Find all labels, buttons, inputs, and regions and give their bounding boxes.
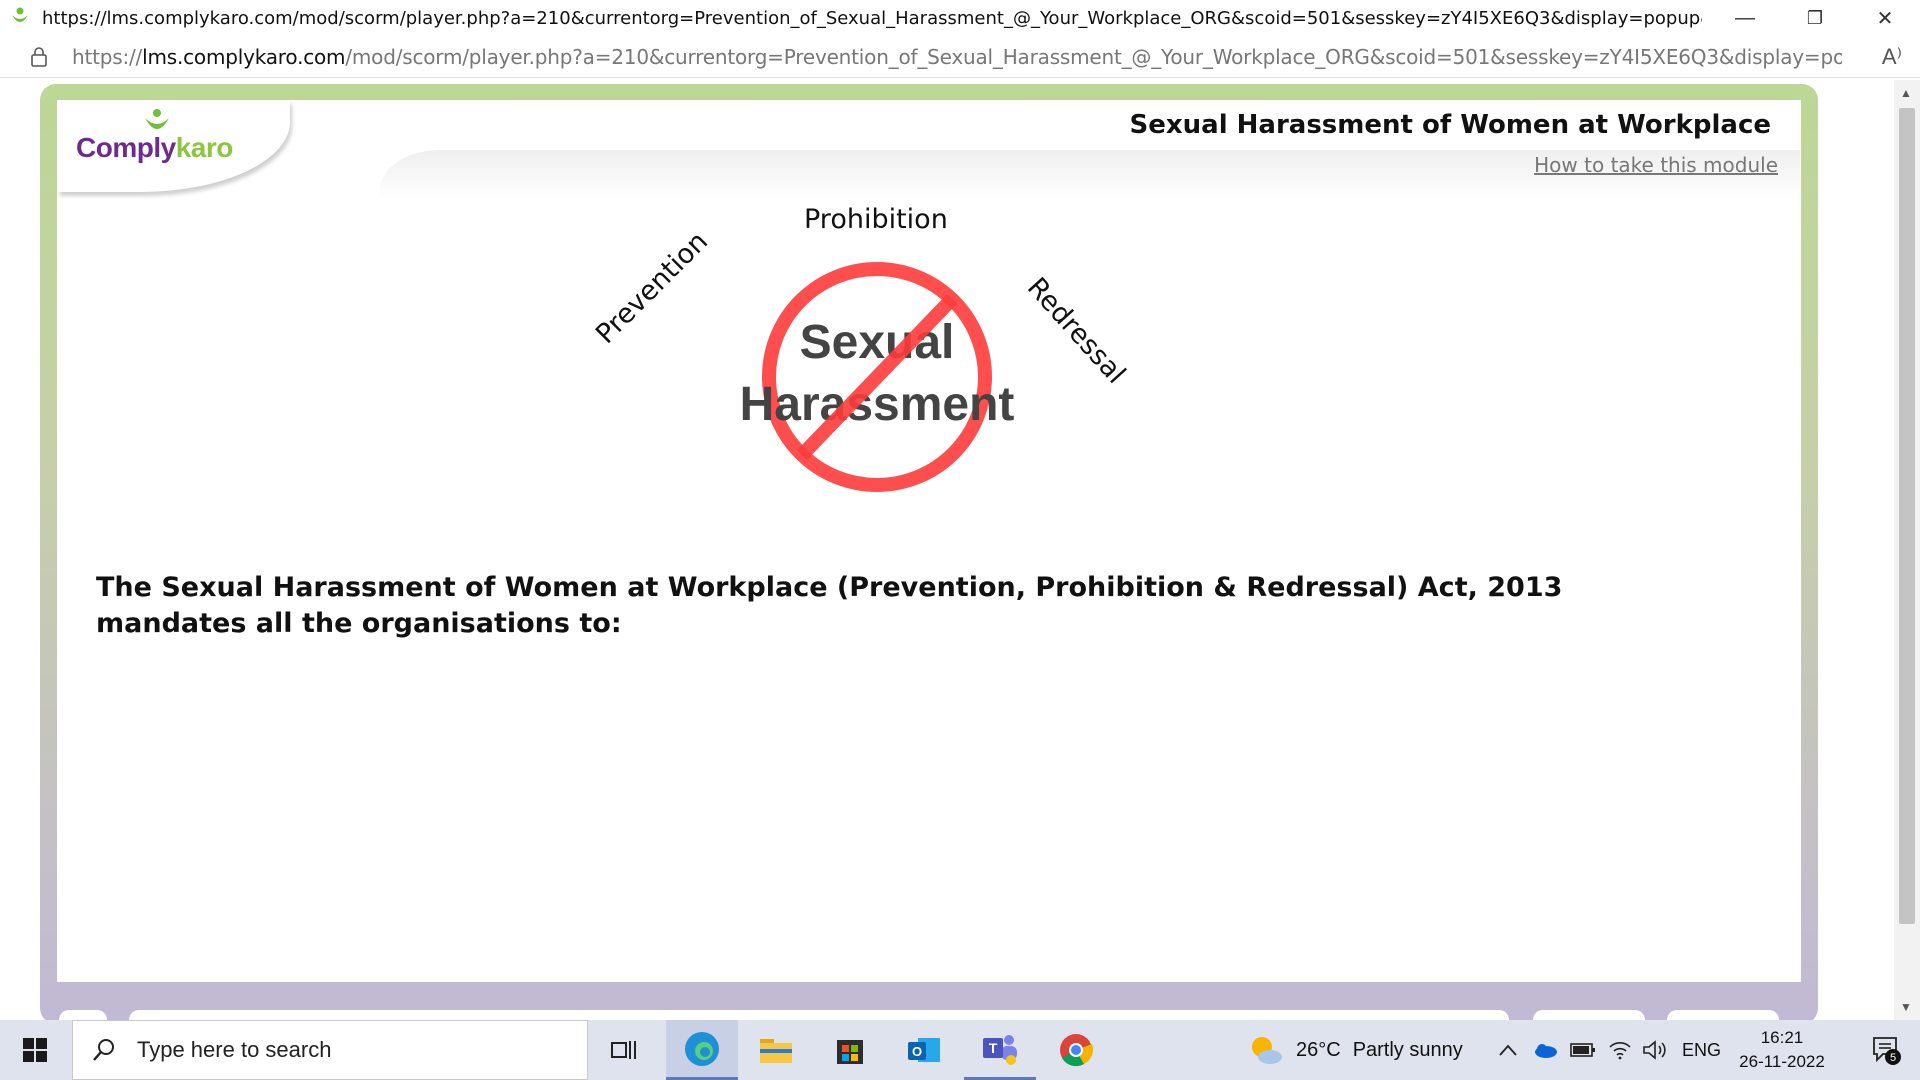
start-button[interactable] bbox=[0, 1020, 70, 1080]
weather-temperature: 26°C bbox=[1296, 1038, 1341, 1061]
notification-count: 5 bbox=[1890, 1052, 1896, 1064]
window-title-bar: https://lms.complykaro.com/mod/scorm/pla… bbox=[0, 0, 1920, 36]
minimize-button[interactable]: — bbox=[1710, 0, 1780, 36]
partly-sunny-icon bbox=[1252, 1037, 1282, 1064]
window-title: https://lms.complykaro.com/mod/scorm/pla… bbox=[42, 7, 1702, 29]
folder-icon bbox=[760, 1039, 792, 1063]
url-prefix: https:// bbox=[72, 44, 143, 69]
restore-button[interactable]: ❐ bbox=[1780, 0, 1850, 36]
taskbar-file-explorer-button[interactable] bbox=[740, 1020, 812, 1080]
microsoft-store-icon bbox=[837, 1040, 863, 1064]
notification-center-button[interactable]: 5 bbox=[1858, 1020, 1914, 1080]
prohibition-label: Prohibition bbox=[804, 204, 948, 235]
battery-tray-button[interactable] bbox=[1570, 1020, 1596, 1080]
wifi-icon bbox=[1609, 1042, 1631, 1060]
chrome-icon bbox=[1060, 1034, 1094, 1067]
onedrive-tray-button[interactable] bbox=[1532, 1020, 1558, 1080]
taskbar-outlook-button[interactable]: O bbox=[888, 1020, 960, 1080]
taskbar-clock[interactable]: 16:21 26-11-2022 bbox=[1722, 1026, 1842, 1074]
taskbar-chrome-button[interactable] bbox=[1040, 1020, 1112, 1080]
reader-mode-icon[interactable]: A⁾ bbox=[1882, 44, 1902, 70]
url-text[interactable]: https://lms.complykaro.com/mod/scorm/pla… bbox=[72, 45, 1842, 69]
how-to-take-module-link[interactable]: How to take this module bbox=[1534, 153, 1778, 177]
task-view-icon bbox=[611, 1041, 636, 1059]
clock-date: 26-11-2022 bbox=[1739, 1052, 1825, 1071]
scroll-down-icon[interactable]: ▼ bbox=[1900, 1000, 1912, 1014]
complykaro-app-icon bbox=[8, 6, 32, 30]
wifi-tray-button[interactable] bbox=[1608, 1020, 1632, 1080]
close-button[interactable]: ✕ bbox=[1850, 0, 1920, 36]
onedrive-cloud-icon bbox=[1535, 1044, 1557, 1058]
show-hidden-icons-button[interactable] bbox=[1498, 1020, 1518, 1080]
weather-description: Partly sunny bbox=[1352, 1038, 1463, 1061]
module-title: Sexual Harassment of Women at Workplace bbox=[1129, 110, 1771, 140]
windows-taskbar: Type here to search O T 26°C Partly sunn… bbox=[0, 1020, 1920, 1080]
edge-icon bbox=[685, 1031, 719, 1066]
teams-icon: T bbox=[983, 1034, 1017, 1065]
volume-tray-button[interactable] bbox=[1642, 1020, 1668, 1080]
battery-icon bbox=[1570, 1043, 1595, 1057]
address-bar[interactable]: https://lms.complykaro.com/mod/scorm/pla… bbox=[0, 36, 1920, 78]
no-sexual-harassment-sign: Sexual Harassment bbox=[740, 262, 1014, 492]
mandate-text: The Sexual Harassment of Women at Workpl… bbox=[96, 572, 1563, 639]
taskbar-search-box[interactable]: Type here to search bbox=[72, 1020, 588, 1080]
chevron-up-icon bbox=[1499, 1044, 1517, 1056]
language-indicator[interactable]: ENG bbox=[1682, 1020, 1721, 1080]
url-path: /mod/scorm/player.php?a=210&currentorg=P… bbox=[345, 44, 1842, 69]
scrollbar-thumb[interactable] bbox=[1899, 108, 1915, 924]
svg-text:O: O bbox=[912, 1044, 922, 1059]
taskbar-edge-button[interactable] bbox=[666, 1020, 738, 1080]
complykaro-logo: Complykaro bbox=[76, 108, 236, 168]
windows-logo-icon bbox=[23, 1038, 47, 1062]
weather-widget[interactable]: 26°C Partly sunny bbox=[1248, 1020, 1463, 1080]
taskbar-store-button[interactable] bbox=[814, 1020, 886, 1080]
clock-time: 16:21 bbox=[1760, 1028, 1804, 1047]
search-icon bbox=[93, 1039, 114, 1061]
speaker-icon bbox=[1643, 1040, 1666, 1060]
task-view-button[interactable] bbox=[588, 1020, 660, 1080]
logo-wordmark: Complykaro bbox=[76, 132, 233, 163]
outlook-icon: O bbox=[908, 1038, 940, 1062]
vertical-scrollbar[interactable]: ▲ ▼ bbox=[1894, 80, 1920, 1020]
scroll-up-icon[interactable]: ▲ bbox=[1900, 86, 1912, 100]
url-host: lms.complykaro.com bbox=[142, 44, 346, 69]
search-placeholder: Type here to search bbox=[137, 1037, 332, 1062]
notification-icon: 5 bbox=[1873, 1037, 1901, 1065]
svg-text:T: T bbox=[989, 1040, 998, 1056]
taskbar-teams-button[interactable]: T bbox=[964, 1020, 1036, 1080]
lock-icon[interactable] bbox=[28, 46, 50, 68]
